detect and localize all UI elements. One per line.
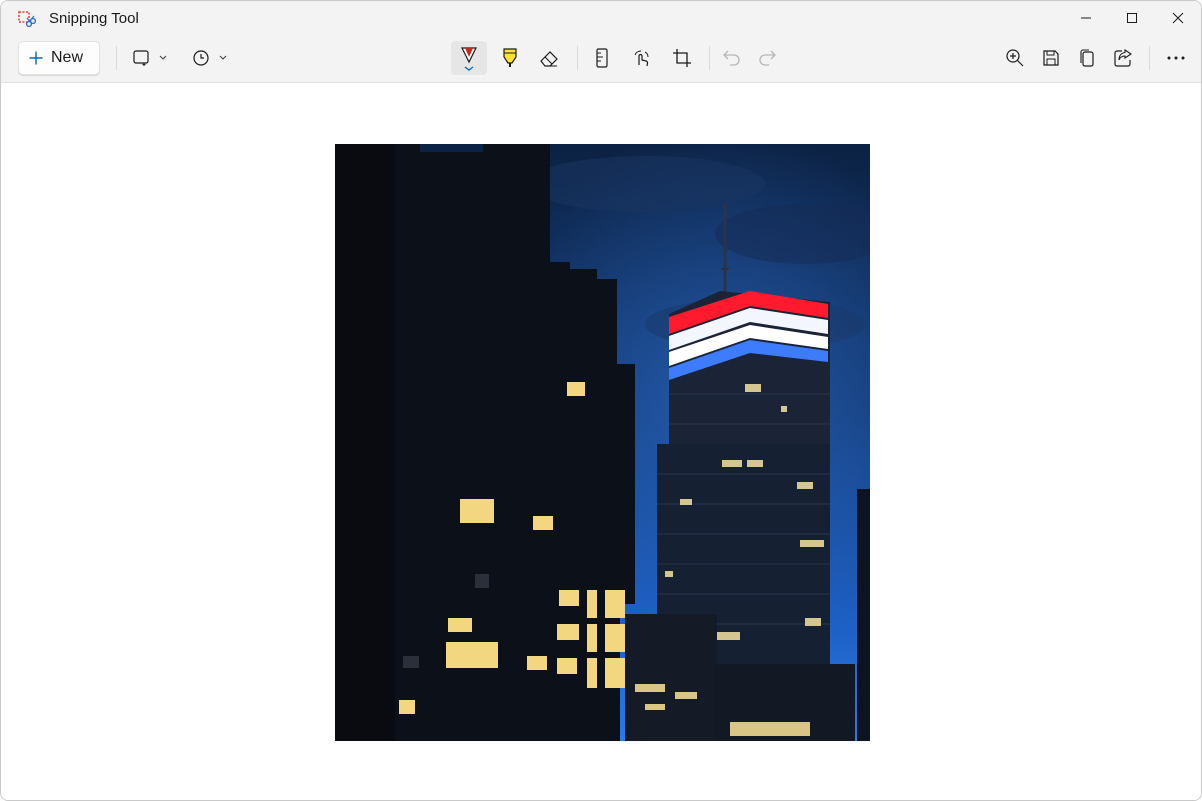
minimize-button[interactable] bbox=[1063, 1, 1109, 35]
eraser-icon bbox=[540, 51, 558, 67]
ruler-button[interactable] bbox=[585, 41, 619, 75]
snip-canvas[interactable] bbox=[1, 83, 1201, 800]
touch-writing-icon bbox=[634, 50, 649, 67]
new-snip-button[interactable]: New bbox=[18, 41, 100, 75]
minimize-icon bbox=[1081, 17, 1091, 19]
snip-mode-dropdown[interactable] bbox=[125, 41, 173, 75]
ruler-icon bbox=[596, 48, 608, 68]
copy-icon bbox=[1080, 49, 1094, 67]
delay-dropdown[interactable] bbox=[185, 41, 233, 75]
eraser-button[interactable] bbox=[532, 41, 566, 75]
toolbar: New bbox=[1, 37, 1201, 83]
captured-snip-image[interactable] bbox=[335, 144, 870, 741]
toolbar-separator bbox=[1149, 46, 1150, 70]
title-bar[interactable]: Snipping Tool bbox=[1, 1, 1201, 37]
share-icon bbox=[1114, 48, 1132, 67]
close-icon bbox=[1172, 12, 1184, 24]
zoom-in-button[interactable] bbox=[998, 41, 1032, 75]
redo-icon bbox=[759, 50, 776, 66]
maximize-button[interactable] bbox=[1109, 1, 1155, 35]
rectangle-snip-icon bbox=[133, 50, 167, 66]
save-button[interactable] bbox=[1034, 41, 1068, 75]
window-title: Snipping Tool bbox=[49, 10, 139, 27]
crop-button[interactable] bbox=[665, 41, 699, 75]
share-button[interactable] bbox=[1106, 41, 1140, 75]
maximize-icon bbox=[1127, 13, 1137, 23]
snipping-tool-window: Snipping Tool New bbox=[0, 0, 1202, 801]
redo-button[interactable] bbox=[750, 41, 784, 75]
undo-button[interactable] bbox=[715, 41, 749, 75]
zoom-in-icon bbox=[1006, 49, 1024, 67]
highlighter-button[interactable] bbox=[493, 41, 527, 75]
more-options-icon bbox=[1167, 56, 1185, 60]
new-snip-label: New bbox=[51, 49, 84, 66]
save-icon bbox=[1043, 50, 1059, 66]
toolbar-separator bbox=[577, 46, 578, 70]
snipping-tool-app-icon bbox=[18, 11, 37, 28]
plus-icon bbox=[29, 51, 43, 65]
toolbar-separator bbox=[116, 46, 117, 70]
clock-icon bbox=[193, 50, 227, 66]
ballpoint-pen-icon bbox=[461, 47, 477, 71]
night-skyline-photo bbox=[335, 144, 870, 741]
copy-button[interactable] bbox=[1070, 41, 1104, 75]
close-button[interactable] bbox=[1155, 1, 1201, 35]
touch-writing-button[interactable] bbox=[625, 41, 659, 75]
undo-icon bbox=[723, 50, 740, 66]
more-options-button[interactable] bbox=[1159, 41, 1193, 75]
highlighter-icon bbox=[503, 48, 517, 67]
crop-icon bbox=[673, 49, 691, 67]
toolbar-separator bbox=[709, 46, 710, 70]
ballpoint-pen-button[interactable] bbox=[451, 41, 487, 75]
